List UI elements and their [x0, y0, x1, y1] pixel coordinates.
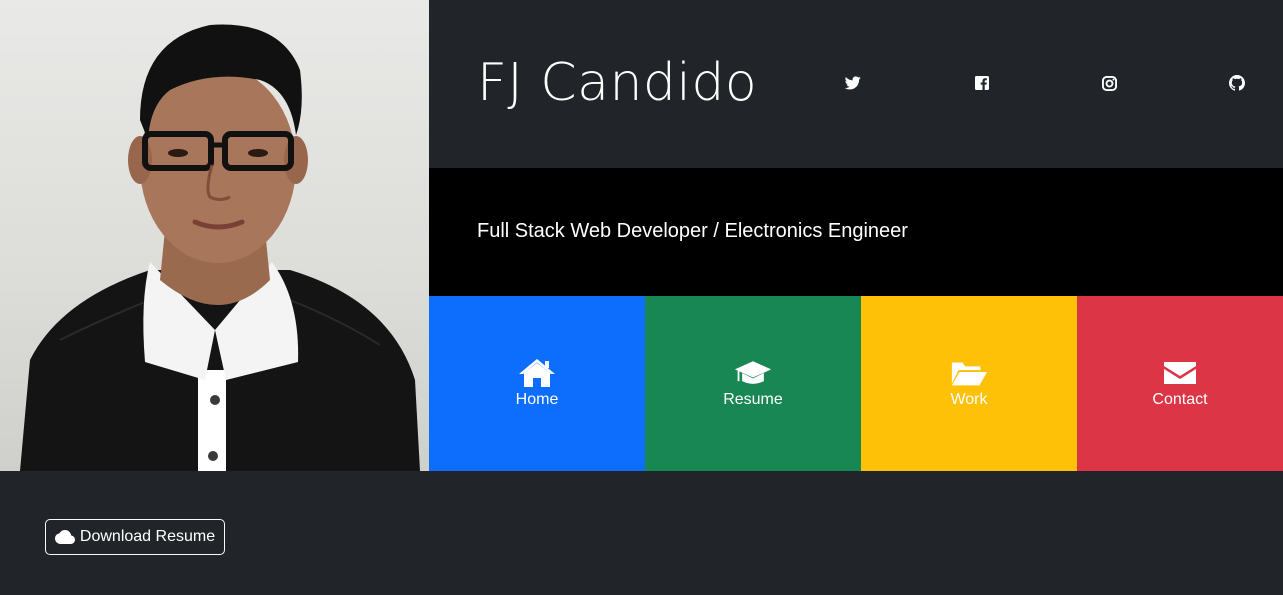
graduation-cap-icon: [734, 360, 772, 384]
nav-tile-label: Contact: [1152, 390, 1208, 408]
nav-tile-resume[interactable]: Resume: [645, 296, 861, 471]
twitter-link[interactable]: [844, 74, 862, 92]
nav-tile-label: Work: [950, 390, 988, 408]
cloud-icon: [54, 529, 75, 545]
nav-tile-work[interactable]: Work: [861, 296, 1077, 471]
twitter-icon: [845, 76, 861, 90]
github-icon: [1229, 75, 1245, 91]
instagram-link[interactable]: [1100, 74, 1118, 92]
folder-open-icon: [951, 362, 988, 385]
nav-tile-home[interactable]: Home: [429, 296, 645, 471]
nav-tile-contact[interactable]: Contact: [1077, 296, 1283, 471]
tagline-band: Full Stack Web Developer / Electronics E…: [429, 168, 1283, 296]
github-link[interactable]: [1228, 74, 1246, 92]
download-resume-button[interactable]: Download Resume: [45, 519, 225, 555]
facebook-icon: [975, 76, 989, 90]
site-title: FJ Candido: [477, 53, 758, 113]
download-resume-label: Download Resume: [79, 528, 216, 545]
nav-tile-label: Resume: [723, 390, 783, 408]
envelope-icon: [1164, 361, 1196, 384]
home-icon: [519, 358, 555, 387]
nav-tiles: Home Resume Work Contact: [429, 296, 1283, 471]
instagram-icon: [1101, 75, 1117, 91]
tagline: Full Stack Web Developer / Electronics E…: [477, 220, 908, 242]
profile-photo: [0, 0, 429, 471]
nav-tile-label: Home: [515, 390, 559, 408]
facebook-link[interactable]: [973, 74, 991, 92]
portrait-image: [20, 24, 420, 471]
site-header: FJ Candido: [429, 0, 1283, 168]
